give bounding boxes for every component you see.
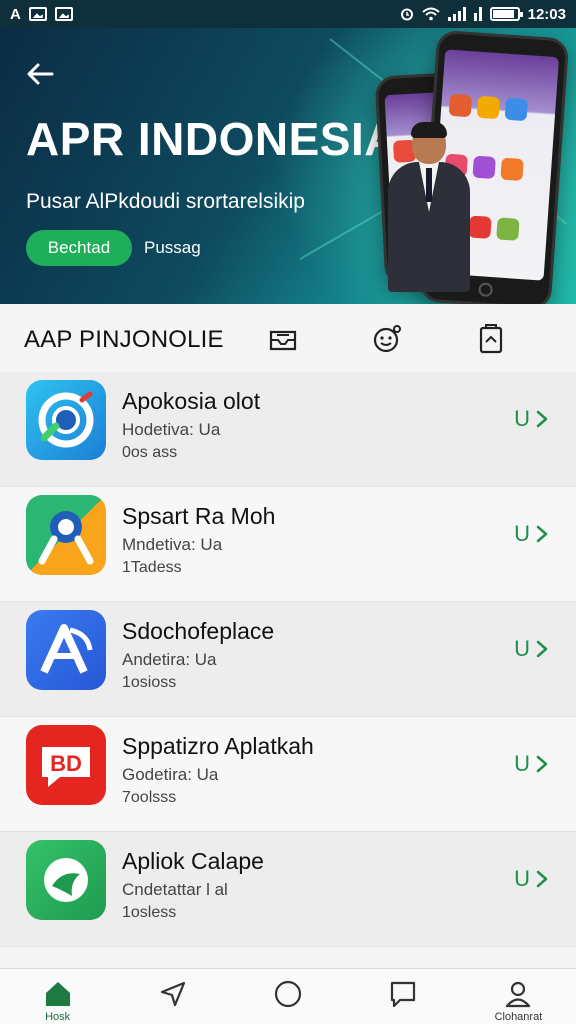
back-arrow-icon[interactable] — [24, 58, 56, 90]
list-item[interactable]: Apliok Calape Cndetattar l al 1osless U — [0, 832, 576, 947]
chat-face-icon[interactable] — [370, 322, 404, 356]
swirl-icon — [26, 840, 106, 920]
app-tile — [476, 95, 501, 120]
app-tile — [504, 97, 529, 122]
bottom-nav: Hosk Clohanrat — [0, 968, 576, 1024]
hero-banner: APR INDONESIA Pusar AlPkdoudi srortarels… — [0, 28, 576, 304]
app-action-button[interactable]: U — [514, 866, 548, 892]
app-size: 7oolsss — [122, 789, 177, 806]
person-hair — [411, 122, 447, 138]
letter-a-icon — [26, 610, 106, 690]
signal-icon — [447, 7, 466, 21]
app-tile — [500, 157, 524, 182]
chevron-right-icon — [536, 525, 548, 543]
hero-title: APR INDONESIA — [26, 113, 398, 165]
list-item[interactable]: BD Sppatizro Aplatkah Godetira: Ua 7ools… — [0, 717, 576, 832]
alarm-icon — [400, 8, 413, 21]
app-tile — [496, 217, 520, 241]
app-size: 1Tadess — [122, 559, 182, 576]
signal-2-icon — [473, 7, 482, 21]
nav-circle[interactable] — [230, 969, 345, 1024]
businessman-illustration — [384, 122, 470, 292]
app-name: Spsart Ra Moh — [122, 503, 276, 529]
clipboard-icon[interactable] — [474, 322, 508, 356]
nav-home[interactable]: Hosk — [0, 969, 115, 1024]
app-tile — [468, 215, 492, 239]
image-icon — [54, 7, 73, 21]
app-name: Apokosia olot — [122, 388, 261, 414]
app-action-label: U — [514, 521, 530, 546]
hero-subtitle: Pusar AlPkdoudi srortarelsikip — [26, 190, 305, 213]
battery-icon — [489, 7, 523, 21]
nav-home-label: Hosk — [45, 1011, 71, 1023]
hero-primary-button[interactable]: Bechtad — [26, 230, 132, 266]
nav-profile-label: Clohanrat — [494, 1011, 543, 1023]
app-size: 0os ass — [122, 444, 178, 461]
message-icon — [391, 981, 416, 1008]
app-developer: Godetira: Ua — [122, 765, 219, 784]
status-time: 12:03 — [527, 5, 566, 23]
profile-icon — [506, 981, 531, 1008]
app-tile — [448, 93, 473, 118]
status-bar: A 12:03 — [0, 0, 576, 28]
phone-home-button — [478, 282, 494, 298]
person-tie — [426, 168, 432, 202]
app-action-label: U — [514, 751, 530, 776]
video-badge-icon: BD — [26, 725, 106, 805]
chevron-right-icon — [536, 755, 548, 773]
nav-send[interactable] — [115, 969, 230, 1024]
person-pin-icon — [26, 495, 106, 575]
app-size: 1osless — [122, 904, 177, 921]
target-icon — [26, 380, 106, 460]
app-action-button[interactable]: U — [514, 521, 548, 547]
app-action-button[interactable]: U — [514, 636, 548, 662]
app-developer: Andetira: Ua — [122, 650, 217, 669]
chevron-right-icon — [536, 870, 548, 888]
app-tile — [472, 155, 496, 180]
app-action-button[interactable]: U — [514, 751, 548, 777]
app-action-label: U — [514, 866, 530, 891]
gallery-icon — [28, 7, 47, 21]
inbox-icon[interactable] — [266, 322, 300, 356]
status-right: 12:03 — [400, 6, 566, 23]
app-developer: Mndetiva: Ua — [122, 535, 223, 554]
status-left: A — [10, 6, 73, 23]
home-icon — [45, 982, 70, 1006]
list-item[interactable]: Sdochofeplace Andetira: Ua 1osioss U — [0, 602, 576, 717]
app-developer: Cndetattar l al — [122, 880, 228, 899]
nav-messages[interactable] — [346, 969, 461, 1024]
chevron-right-icon — [536, 410, 548, 428]
app-name: Apliok Calape — [122, 848, 264, 874]
status-carrier-text: A — [10, 5, 21, 23]
chevron-right-icon — [536, 640, 548, 658]
app-action-label: U — [514, 636, 530, 661]
app-action-button[interactable]: U — [514, 406, 548, 432]
app-name: Sppatizro Aplatkah — [122, 733, 314, 759]
section-title: AAP PINJONOLIE — [24, 326, 224, 353]
app-name: Sdochofeplace — [122, 618, 275, 644]
list-item[interactable]: Apokosia olot Hodetiva: Ua 0os ass U — [0, 372, 576, 487]
send-icon — [160, 981, 185, 1007]
app-action-label: U — [514, 406, 530, 431]
list-item[interactable]: Spsart Ra Moh Mndetiva: Ua 1Tadess U — [0, 487, 576, 602]
app-developer: Hodetiva: Ua — [122, 420, 221, 439]
nav-profile[interactable]: Clohanrat — [461, 969, 576, 1024]
app-size: 1osioss — [122, 674, 177, 691]
wifi-icon — [421, 7, 440, 21]
svg-text:BD: BD — [50, 751, 82, 776]
circle-icon — [274, 980, 302, 1008]
section-header: AAP PINJONOLIE — [0, 304, 576, 372]
hero-secondary-link[interactable]: Pussag — [144, 238, 201, 258]
